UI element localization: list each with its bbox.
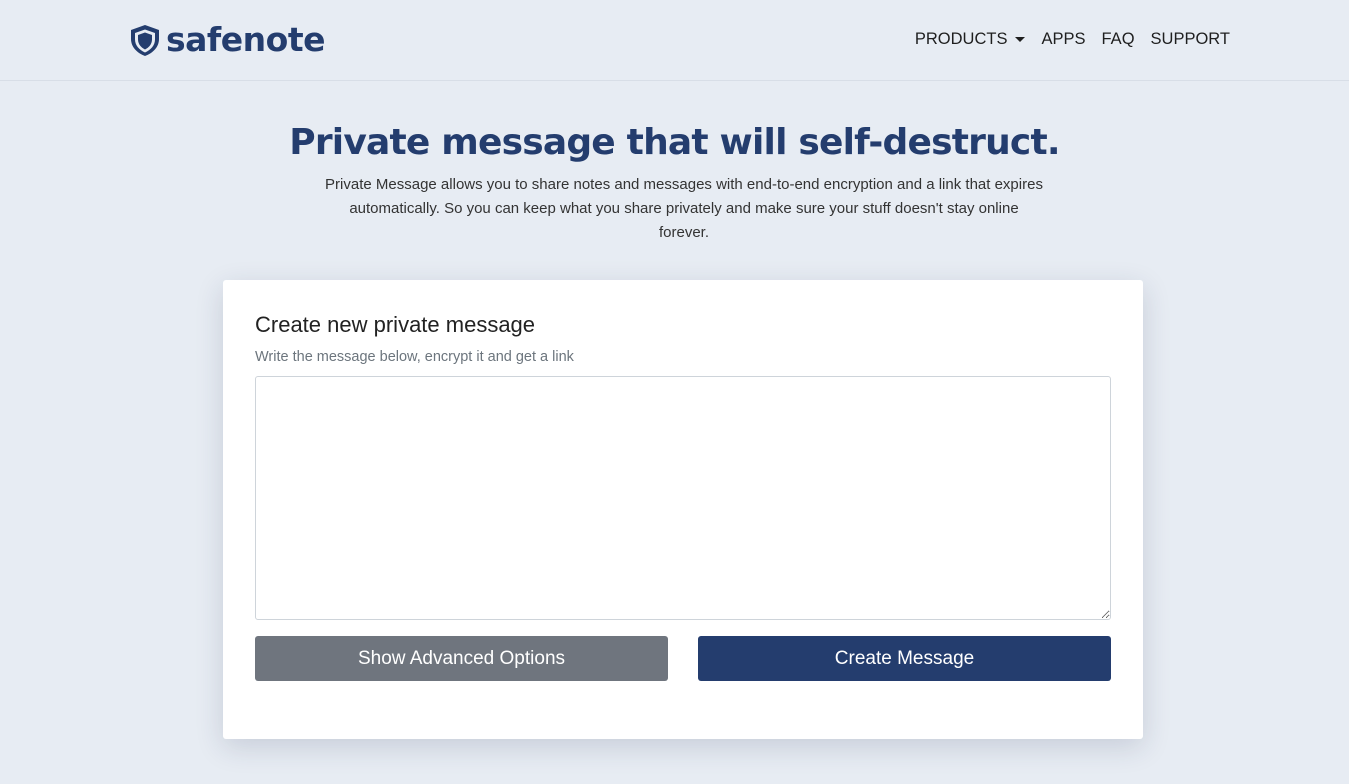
caret-down-icon bbox=[1015, 36, 1026, 42]
brand-logo[interactable]: safenote bbox=[128, 20, 325, 60]
card-title: Create new private message bbox=[255, 312, 536, 337]
create-message-button[interactable]: Create Message bbox=[698, 636, 1111, 681]
message-input[interactable] bbox=[255, 376, 1111, 620]
nav-faq-link[interactable]: FAQ bbox=[1102, 30, 1135, 49]
card-subtitle: Write the message below, encrypt it and … bbox=[255, 349, 574, 365]
page-description: Private Message allows you to share note… bbox=[325, 176, 1043, 241]
nav-apps-link[interactable]: APPS bbox=[1041, 30, 1085, 49]
shield-icon bbox=[131, 25, 159, 56]
top-navbar: safenote PRODUCTS APPS FAQ SUPPORT bbox=[0, 0, 1349, 81]
show-advanced-options-button[interactable]: Show Advanced Options bbox=[255, 636, 668, 681]
nav-products-label: PRODUCTS bbox=[914, 29, 1008, 48]
nav-products-dropdown[interactable]: PRODUCTS bbox=[915, 30, 1026, 49]
brand-name: safenote bbox=[166, 20, 325, 59]
main-nav: PRODUCTS APPS FAQ SUPPORT bbox=[915, 26, 1230, 52]
page-title: Private message that will self-destruct. bbox=[289, 122, 1060, 163]
nav-support-link[interactable]: SUPPORT bbox=[1151, 30, 1230, 49]
create-message-card: Create new private message Write the mes… bbox=[223, 280, 1143, 739]
